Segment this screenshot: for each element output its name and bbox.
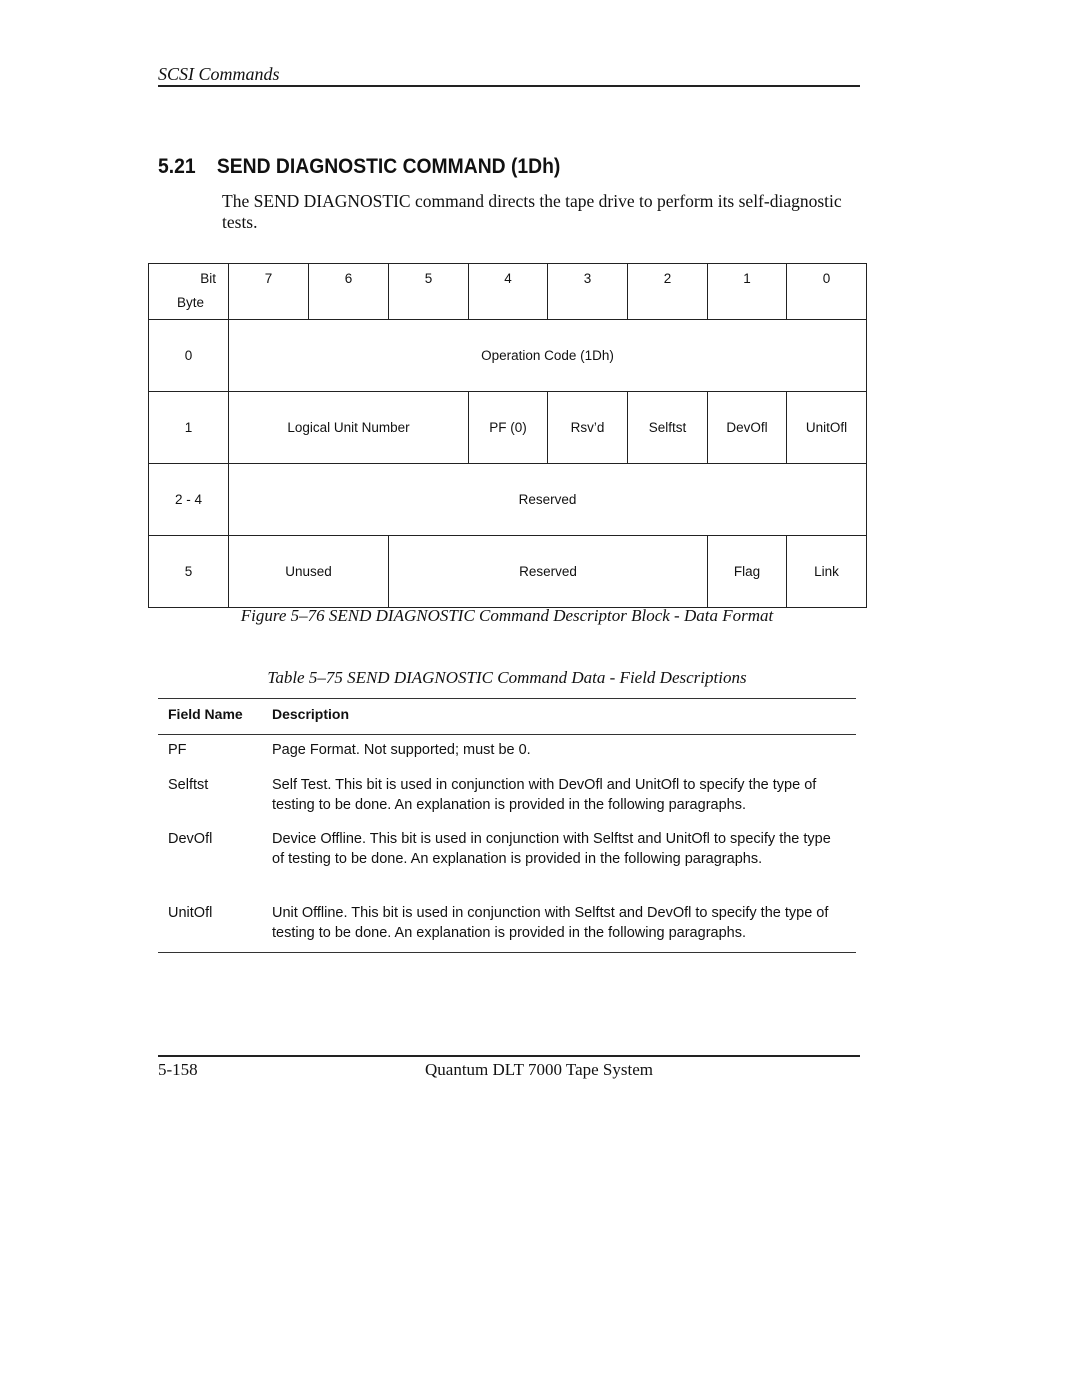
bit-header: 2 xyxy=(627,263,708,320)
byte-number: 5 xyxy=(148,535,229,608)
field-description: Unit Offline. This bit is used in conjun… xyxy=(272,905,829,941)
field-rsvd: Rsv’d xyxy=(547,391,628,464)
field-name: DevOfl xyxy=(168,831,213,847)
running-head: SCSI Commands xyxy=(158,64,280,84)
byte-number: 1 xyxy=(148,391,229,464)
header-rule xyxy=(158,85,860,87)
table-top-rule xyxy=(158,698,856,699)
byte-number: 2 - 4 xyxy=(148,463,229,536)
field-table-header: Field Name Description xyxy=(168,706,349,722)
bit-header: 4 xyxy=(468,263,548,320)
bit-header: 1 xyxy=(707,263,787,320)
table-caption: Table 5–75 SEND DIAGNOSTIC Command Data … xyxy=(267,668,747,687)
cdb-row-byte-1: 1 Logical Unit Number PF (0) Rsv’d Selft… xyxy=(148,391,867,464)
cdb-row-byte-0: 0 Operation Code (1Dh) xyxy=(148,319,867,392)
bit-header: 0 xyxy=(786,263,867,320)
footer-title: Quantum DLT 7000 Tape System xyxy=(425,1060,653,1079)
section-title: 5.21 SEND DIAGNOSTIC COMMAND (1Dh) xyxy=(158,155,560,179)
field-operation-code: Operation Code (1Dh) xyxy=(228,319,867,392)
byte-label: Byte xyxy=(177,295,205,310)
field-name: PF xyxy=(168,742,187,758)
table-header-rule xyxy=(158,734,856,735)
bit-header: 5 xyxy=(388,263,469,320)
field-flag: Flag xyxy=(707,535,787,608)
bit-header: 3 xyxy=(547,263,628,320)
bit-byte-corner: Bit Byte xyxy=(148,263,229,320)
field-selftst: Selftst xyxy=(627,391,708,464)
table-bottom-rule xyxy=(158,952,856,953)
field-link: Link xyxy=(786,535,867,608)
bit-label: Bit xyxy=(200,271,216,286)
cdb-row-byte-2-4: 2 - 4 Reserved xyxy=(148,463,867,536)
cdb-row-byte-5: 5 Unused Reserved Flag Link xyxy=(148,535,867,608)
field-reserved: Reserved xyxy=(388,535,708,608)
column-header-description: Description xyxy=(272,706,350,722)
section-number: 5.21 xyxy=(158,155,196,178)
column-header-field-name: Field Name xyxy=(168,706,243,722)
field-description: Self Test. This bit is used in conjuncti… xyxy=(272,777,817,813)
bit-header: 7 xyxy=(228,263,309,320)
field-unused: Unused xyxy=(228,535,389,608)
field-devofl: DevOfl xyxy=(707,391,787,464)
section-intro: The SEND DIAGNOSTIC command directs the … xyxy=(222,191,842,232)
field-reserved: Reserved xyxy=(228,463,867,536)
cdb-table: Bit Byte 7 6 5 4 3 2 1 0 0 Operation Cod… xyxy=(148,263,867,608)
byte-number: 0 xyxy=(148,319,229,392)
section-heading: SEND DIAGNOSTIC COMMAND (1Dh) xyxy=(216,155,561,178)
field-name: UnitOfl xyxy=(168,905,213,921)
cdb-header-row: Bit Byte 7 6 5 4 3 2 1 0 xyxy=(148,263,867,320)
footer-rule xyxy=(158,1055,860,1057)
field-pf: PF (0) xyxy=(468,391,548,464)
figure-caption: Figure 5–76 SEND DIAGNOSTIC Command Desc… xyxy=(240,606,774,625)
field-name: Selftst xyxy=(168,777,209,793)
bit-header: 6 xyxy=(308,263,389,320)
field-description: Page Format. Not supported; must be 0. xyxy=(272,742,531,758)
field-unitofl: UnitOfl xyxy=(786,391,867,464)
field-description: Device Offline. This bit is used in conj… xyxy=(272,831,831,867)
field-logical-unit-number: Logical Unit Number xyxy=(228,391,469,464)
